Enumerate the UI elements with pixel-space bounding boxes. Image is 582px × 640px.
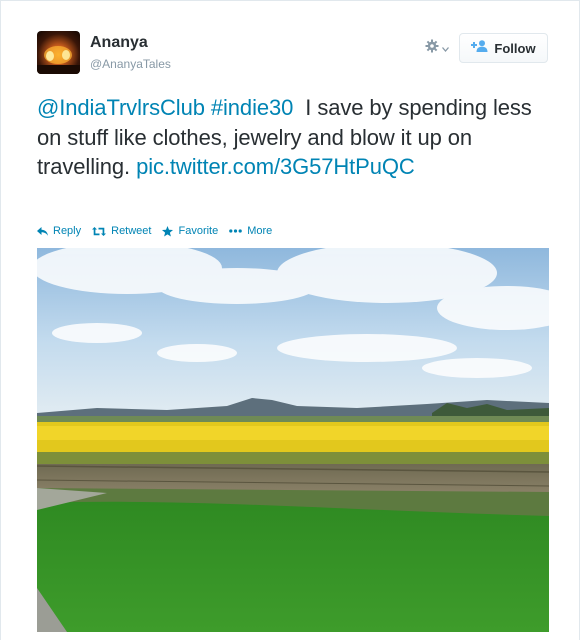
tweet-text: @IndiaTrvlrsClub #indie30 I save by spen… (37, 93, 557, 182)
more-label: More (247, 225, 273, 237)
follow-button[interactable]: Follow (459, 33, 548, 63)
user-name[interactable]: Ananya (90, 34, 148, 52)
reply-label: Reply (53, 225, 82, 237)
avatar[interactable] (37, 31, 80, 74)
follow-person-icon (471, 39, 488, 57)
more-icon (229, 229, 243, 233)
more-button[interactable]: More (229, 225, 272, 237)
hashtag-link[interactable]: #indie30 (211, 95, 293, 120)
reply-button[interactable]: Reply (37, 225, 81, 237)
pic-link[interactable]: pic.twitter.com/3G57HtPuQC (136, 154, 415, 179)
tweet-photo[interactable] (37, 248, 549, 632)
follow-label: Follow (494, 40, 536, 56)
tweet-card: Ananya @AnanyaTales Follow @IndiaTrvlrsC… (0, 0, 580, 640)
retweet-button[interactable]: Retweet (92, 225, 151, 237)
user-actions-menu[interactable] (425, 39, 455, 57)
favorite-label: Favorite (178, 225, 219, 237)
user-handle[interactable]: @AnanyaTales (90, 57, 171, 71)
star-icon (162, 225, 174, 236)
retweet-icon (92, 226, 107, 236)
gear-icon (425, 39, 439, 58)
tweet-actions: Reply Retweet Favorite More (37, 225, 283, 237)
chevron-down-icon (442, 39, 449, 57)
reply-icon (37, 226, 48, 236)
retweet-label: Retweet (111, 225, 152, 237)
mention-link[interactable]: @IndiaTrvlrsClub (37, 95, 205, 120)
favorite-button[interactable]: Favorite (162, 225, 218, 237)
